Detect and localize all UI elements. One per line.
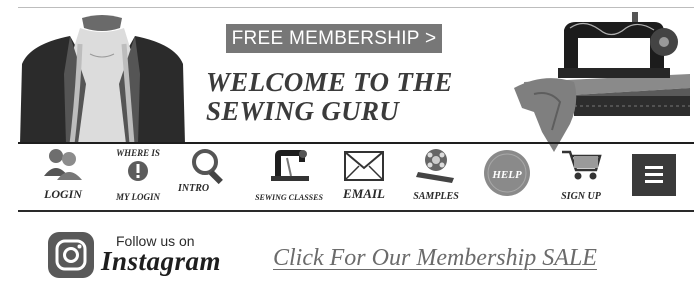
cart-icon — [562, 150, 602, 180]
instagram-icon[interactable] — [48, 232, 94, 278]
nav-login-label: LOGIN — [44, 187, 82, 201]
magnifier-icon — [192, 149, 223, 185]
nav-where-is-label: WHERE IS — [116, 148, 160, 158]
instagram-glyph — [55, 239, 87, 271]
nav-my-login-label: MY LOGIN — [116, 192, 160, 202]
nav-top-divider — [18, 142, 694, 144]
nav-sign-up-label: SIGN UP — [561, 191, 601, 202]
users-icon — [44, 149, 82, 180]
nav-samples-label: SAMPLES — [413, 191, 459, 202]
nav-bottom-divider — [18, 210, 694, 212]
nav-intro[interactable]: INTRO — [178, 146, 234, 206]
nav-intro-label: INTRO — [178, 183, 210, 194]
film-reel-icon — [416, 149, 454, 183]
nav-sewing-classes-label: SEWING CLASSES — [255, 193, 323, 202]
nav-login[interactable]: LOGIN — [34, 146, 92, 206]
nav-help[interactable]: HELP — [482, 146, 532, 206]
nav-sewing-classes[interactable]: SEWING CLASSES — [254, 146, 324, 206]
hamburger-menu-button[interactable] — [632, 154, 676, 196]
welcome-line-1: WELCOME TO THE — [206, 67, 453, 97]
membership-sale-link[interactable]: Click For Our Membership SALE — [273, 245, 597, 272]
hamburger-line — [645, 173, 663, 176]
hamburger-menu-icon — [645, 166, 663, 169]
nav-samples[interactable]: SAMPLES — [408, 146, 464, 206]
mannequin-image — [20, 14, 185, 144]
sewing-machine-icon — [271, 150, 309, 181]
welcome-line-2: SEWING GURU — [206, 96, 400, 126]
nav-sign-up[interactable]: SIGN UP — [552, 146, 610, 206]
sewing-machine-image — [514, 12, 690, 152]
nav-help-label: HELP — [492, 169, 522, 181]
main-nav: LOGIN WHERE IS MY LOGIN INTRO SEWING CLA… — [18, 146, 694, 208]
nav-where-is-my-login[interactable]: WHERE IS MY LOGIN — [106, 146, 170, 206]
instagram-wordmark[interactable]: Instagram — [101, 246, 221, 277]
info-icon — [128, 161, 148, 181]
nav-email[interactable]: EMAIL — [338, 146, 390, 206]
hamburger-line — [645, 180, 663, 183]
nav-email-label: EMAIL — [343, 186, 385, 201]
free-membership-button[interactable]: FREE MEMBERSHIP > — [226, 24, 442, 53]
welcome-heading: WELCOME TO THE SEWING GURU — [206, 68, 506, 126]
site-header: FREE MEMBERSHIP > WELCOME TO THE SEWING … — [18, 8, 694, 152]
envelope-icon — [344, 151, 384, 181]
